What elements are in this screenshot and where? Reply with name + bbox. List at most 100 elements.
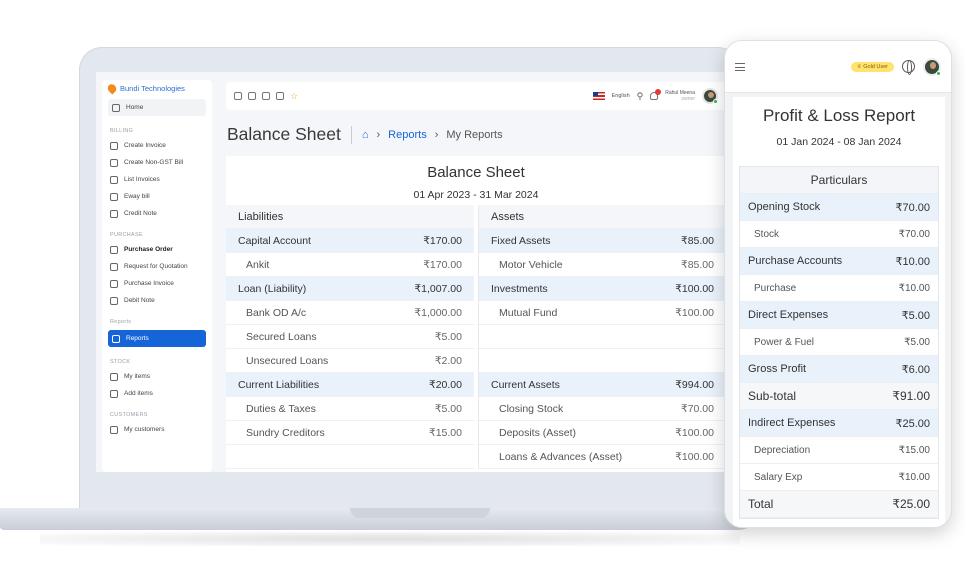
table-row: Closing Stock ₹70.00	[479, 397, 726, 421]
table-row: Power & Fuel ₹5.00	[740, 329, 938, 356]
calendar-icon[interactable]	[276, 92, 284, 100]
sidebar-item-label: Request for Quotation	[124, 263, 188, 270]
user-role: owner	[681, 96, 695, 102]
row-label: Unsecured Loans	[246, 354, 329, 367]
row-label: Indirect Expenses	[748, 417, 836, 429]
table-row: Purchase Accounts ₹10.00	[740, 248, 938, 275]
report-period: 01 Jan 2024 - 08 Jan 2024	[776, 136, 902, 148]
home-icon[interactable]: ⌂	[362, 129, 369, 141]
breadcrumb-current: My Reports	[446, 128, 503, 141]
row-label: Bank OD A/c	[246, 306, 307, 319]
sidebar-item-purchase-invoice[interactable]: Purchase Invoice	[102, 275, 212, 292]
row-amount: ₹70.00	[898, 228, 930, 240]
sidebar-item-create-non-gst-bill[interactable]: Create Non-GST Bill	[102, 154, 212, 171]
globe-icon[interactable]	[902, 60, 915, 75]
row-amount: ₹25.00	[892, 497, 930, 511]
customers-list: My customers	[102, 421, 212, 438]
sidebar-item-label: Purchase Order	[124, 246, 173, 253]
row-label: Deposits (Asset)	[499, 426, 577, 439]
sidebar-item-label: Eway bill	[124, 193, 150, 200]
row-amount: ₹2.00	[434, 354, 462, 367]
row-amount: ₹100.00	[675, 426, 714, 439]
assets-column: Assets Fixed Assets ₹85.00 Motor Vehicle ₹8…	[478, 205, 726, 469]
row-label: Opening Stock	[748, 201, 821, 213]
avatar[interactable]	[923, 57, 941, 76]
brand[interactable]: Bundi Technologies	[102, 80, 212, 97]
table-row: Stock ₹70.00	[740, 221, 938, 248]
sidebar-item-label: Create Invoice	[124, 142, 166, 149]
sidebar: Bundi Technologies Home BILLING Create I…	[102, 80, 212, 472]
row-amount: ₹1,007.00	[414, 282, 462, 295]
column-header-label: Particulars	[810, 173, 868, 187]
row-amount: ₹25.00	[895, 417, 930, 430]
table-row: Sundry Creditors ₹15.00	[226, 421, 474, 445]
row-label: Mutual Fund	[499, 306, 558, 319]
row-amount: ₹1,000.00	[414, 306, 462, 319]
stock-list: My items Add items	[102, 368, 212, 402]
balance-sheet-report: Balance Sheet 01 Apr 2023 - 31 Mar 2024 …	[226, 156, 726, 472]
sidebar-item-create-invoice[interactable]: Create Invoice	[102, 137, 212, 154]
notification-bell-icon[interactable]	[650, 89, 662, 100]
liabilities-column: Liabilities Capital Account ₹170.00 Ankit ₹…	[226, 205, 474, 469]
row-label: Loans & Advances (Asset)	[499, 450, 623, 463]
sidebar-item-home[interactable]: Home	[108, 99, 206, 116]
language-selector[interactable]: English	[612, 93, 630, 99]
sidebar-section-purchase: PURCHASE	[110, 232, 143, 238]
sidebar-item-label: Create Non-GST Bill	[124, 159, 184, 166]
row-amount: ₹5.00	[904, 336, 930, 348]
phone-topbar-right: ♕ Gold User	[850, 57, 941, 76]
sidebar-item-list-invoices[interactable]: List Invoices	[102, 171, 212, 188]
row-label: Current Assets	[491, 378, 560, 391]
home-icon	[112, 103, 120, 112]
online-status-dot	[936, 70, 941, 76]
table-row: Capital Account ₹170.00	[226, 229, 474, 253]
sidebar-item-debit-note[interactable]: Debit Note	[102, 292, 212, 309]
avatar[interactable]	[702, 88, 718, 104]
row-amount: ₹10.00	[898, 282, 930, 294]
row-label: Loan (Liability)	[238, 282, 307, 295]
sidebar-item-eway-bill[interactable]: Eway bill	[102, 188, 212, 205]
us-flag-icon[interactable]	[592, 92, 605, 100]
sidebar-item-label: Debit Note	[124, 297, 155, 304]
sidebar-item-add-items[interactable]: Add items	[102, 385, 212, 402]
star-icon[interactable]: ☆	[290, 92, 298, 101]
row-amount: ₹5.00	[434, 402, 462, 415]
row-amount: ₹85.00	[681, 258, 714, 271]
chat-icon[interactable]	[248, 92, 256, 100]
table-row: Ankit ₹170.00	[226, 253, 474, 277]
breadcrumb-reports-link[interactable]: Reports	[388, 129, 427, 141]
topbar: ☆ English ⚲ Rahul Meena owner	[226, 82, 726, 110]
row-label: Current Liabilities	[238, 378, 320, 391]
sidebar-item-my-items[interactable]: My items	[102, 368, 212, 385]
profit-loss-table: Particulars Opening Stock ₹70.00 Stock ₹70.…	[739, 166, 939, 519]
row-amount: ₹85.00	[681, 234, 714, 247]
sidebar-item-my-customers[interactable]: My customers	[102, 421, 212, 438]
user-info[interactable]: Rahul Meena owner	[665, 90, 695, 102]
checkbox-icon[interactable]	[234, 92, 242, 100]
table-row: Current Assets ₹994.00	[479, 373, 726, 397]
sidebar-item-label: Add items	[124, 390, 153, 397]
table-row: Motor Vehicle ₹85.00	[479, 253, 726, 277]
table-row: Indirect Expenses ₹25.00	[740, 410, 938, 437]
table-row: Loan (Liability) ₹1,007.00	[226, 277, 474, 301]
table-row: Investments ₹100.00	[479, 277, 726, 301]
sidebar-item-label: Reports	[126, 335, 149, 342]
search-icon[interactable]: ⚲	[637, 91, 644, 102]
mail-icon[interactable]	[262, 92, 270, 100]
table-row: Sub-total ₹91.00	[740, 383, 938, 410]
hamburger-menu-icon[interactable]	[735, 62, 745, 71]
row-amount: ₹100.00	[675, 306, 714, 319]
sidebar-item-reports[interactable]: Reports	[108, 330, 206, 347]
chevron-right-icon: ›	[434, 128, 439, 141]
menu-item-icon	[110, 192, 118, 201]
sidebar-item-purchase-order[interactable]: Purchase Order	[102, 241, 212, 258]
row-label: Duties & Taxes	[246, 402, 316, 415]
row-amount: ₹10.00	[895, 255, 930, 268]
sidebar-item-request-for-quotation[interactable]: Request for Quotation	[102, 258, 212, 275]
table-row	[479, 325, 726, 349]
menu-item-icon	[110, 158, 118, 167]
online-status-dot	[713, 99, 718, 104]
laptop-shadow	[40, 532, 740, 546]
sidebar-item-credit-note[interactable]: Credit Note	[102, 205, 212, 222]
row-label: Motor Vehicle	[499, 258, 563, 271]
